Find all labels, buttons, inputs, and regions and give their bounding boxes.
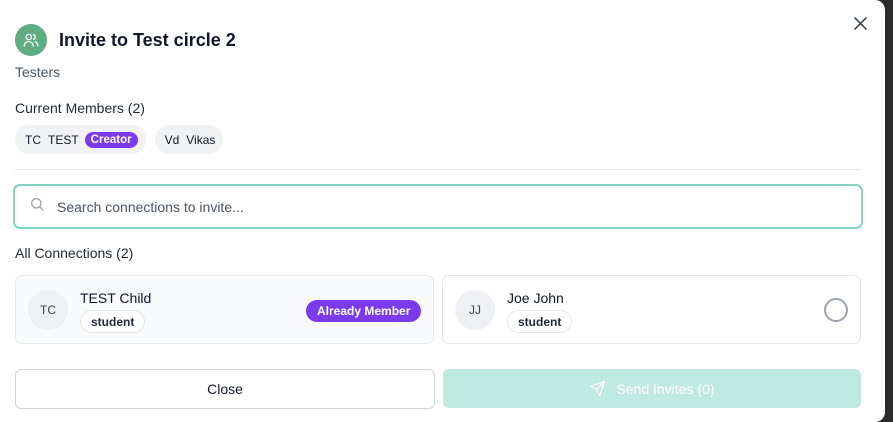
users-icon — [15, 24, 47, 56]
member-chip: Vd Vikas — [154, 125, 224, 154]
current-members-list: TC TEST Creator Vd Vikas — [15, 125, 224, 154]
member-initials: TC — [25, 132, 41, 147]
dialog-title: Invite to Test circle 2 — [59, 29, 236, 50]
avatar: TC — [28, 290, 68, 330]
avatar: JJ — [455, 290, 495, 330]
member-chip: TC TEST Creator — [15, 125, 146, 154]
search-input[interactable] — [57, 198, 817, 215]
circle-description: Testers — [15, 64, 61, 80]
connection-name: TEST Child — [80, 290, 152, 306]
divider — [15, 169, 861, 170]
role-tag: student — [80, 310, 146, 333]
close-icon[interactable] — [851, 14, 869, 32]
role-tag: student — [507, 310, 573, 333]
send-icon — [590, 380, 606, 397]
search-box[interactable] — [13, 184, 863, 229]
connection-card: TC TEST Child student Already Member — [15, 275, 434, 344]
current-members-label: Current Members (2) — [15, 100, 145, 116]
already-member-badge: Already Member — [306, 300, 422, 322]
send-invites-button[interactable]: Send Invites (0) — [443, 369, 861, 408]
close-button[interactable]: Close — [15, 369, 435, 409]
member-name: TEST — [48, 132, 79, 147]
all-connections-label: All Connections (2) — [15, 245, 134, 261]
member-name: Vikas — [186, 132, 216, 147]
connection-card[interactable]: JJ Joe John student — [442, 275, 861, 344]
creator-badge: Creator — [84, 131, 138, 148]
search-icon — [29, 196, 45, 217]
send-invites-label: Send Invites (0) — [616, 380, 715, 397]
select-radio[interactable] — [824, 298, 848, 322]
member-initials: Vd — [164, 132, 180, 147]
dialog-header: Invite to Test circle 2 — [15, 24, 236, 56]
connection-name: Joe John — [507, 290, 564, 306]
invite-dialog: Invite to Test circle 2 Testers Current … — [0, 0, 885, 422]
